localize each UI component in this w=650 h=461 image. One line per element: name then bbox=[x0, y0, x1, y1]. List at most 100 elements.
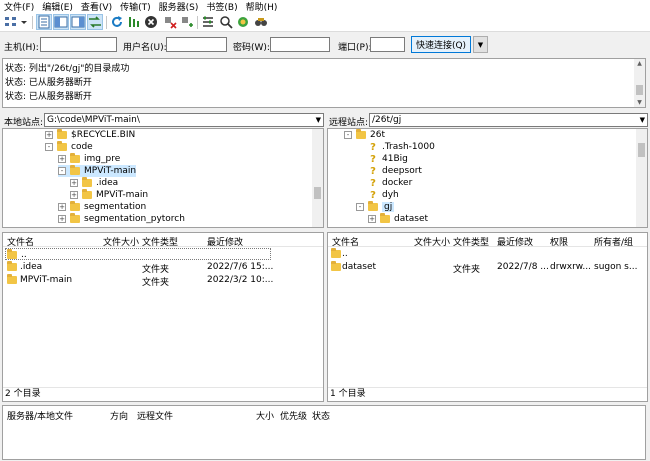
tree-item[interactable]: + img_pre bbox=[58, 153, 120, 165]
disconnect-icon[interactable] bbox=[162, 14, 178, 30]
scroll-thumb[interactable] bbox=[314, 187, 321, 199]
tree-item[interactable]: ? docker bbox=[368, 177, 412, 189]
tree-item[interactable]: + $RECYCLE.BIN bbox=[45, 129, 135, 141]
menu-transfer[interactable]: 传输(T) bbox=[120, 0, 151, 13]
local-directory-tree[interactable]: + $RECYCLE.BIN - code + img_pre - MPViT-main… bbox=[2, 128, 324, 228]
remote-site-label: 远程站点: bbox=[329, 118, 369, 128]
column-header-type[interactable]: 文件类型 bbox=[142, 235, 178, 248]
column-header-direction[interactable]: 方向 bbox=[110, 409, 128, 422]
scroll-up-icon[interactable]: ▲ bbox=[635, 59, 644, 68]
column-header-priority[interactable]: 优先级 bbox=[280, 409, 307, 422]
question-icon: ? bbox=[370, 165, 376, 177]
menu-server[interactable]: 服务器(S) bbox=[159, 0, 199, 13]
menu-bookmarks[interactable]: 书签(B) bbox=[206, 0, 237, 13]
site-manager-icon[interactable] bbox=[3, 14, 19, 30]
tree-item[interactable]: ? 41Big bbox=[368, 153, 408, 165]
menu-view[interactable]: 查看(V) bbox=[81, 0, 112, 13]
column-header-owner[interactable]: 所有者/组 bbox=[594, 235, 633, 248]
tree-item[interactable]: ? deepsort bbox=[368, 165, 422, 177]
process-queue-icon[interactable] bbox=[126, 14, 142, 30]
collapse-icon[interactable]: - bbox=[45, 143, 53, 151]
menu-help[interactable]: 帮助(H) bbox=[246, 0, 278, 13]
toggle-remote-tree-icon[interactable] bbox=[70, 14, 86, 30]
tree-item-selected[interactable]: - MPViT-main bbox=[58, 165, 137, 177]
table-row[interactable]: dataset 文件夹 2022/7/8 ... drwxrw... sugon… bbox=[328, 261, 647, 275]
tree-item[interactable]: + segmentation bbox=[58, 201, 146, 213]
column-header-modified[interactable]: 最近修改 bbox=[207, 235, 243, 248]
compare-icon[interactable] bbox=[218, 14, 234, 30]
remote-directory-tree[interactable]: -26t ? .Trash-1000 ? 41Big ? deepsort ? dock… bbox=[327, 128, 648, 228]
dropdown-icon[interactable] bbox=[19, 14, 29, 30]
column-header-filename[interactable]: 文件名 bbox=[332, 235, 359, 248]
column-header-status[interactable]: 状态 bbox=[312, 409, 330, 422]
column-header-server-local-file[interactable]: 服务器/本地文件 bbox=[7, 409, 73, 422]
remote-file-list[interactable]: 文件名 文件大小 文件类型 最近修改 权限 所有者/组 .. dataset 文… bbox=[327, 232, 648, 402]
toggle-local-tree-icon[interactable] bbox=[53, 14, 69, 30]
column-header-type[interactable]: 文件类型 bbox=[453, 235, 489, 248]
tree-item[interactable]: ? dyh bbox=[368, 189, 399, 201]
refresh-icon[interactable] bbox=[109, 14, 125, 30]
tree-item[interactable]: + dataset bbox=[368, 213, 428, 225]
reconnect-icon[interactable] bbox=[179, 14, 195, 30]
local-site-label: 本地站点: bbox=[4, 118, 44, 128]
scroll-thumb[interactable] bbox=[636, 85, 643, 95]
cancel-icon[interactable] bbox=[143, 14, 159, 30]
expand-icon[interactable]: + bbox=[45, 131, 53, 139]
tree-item[interactable]: ? .Trash-1000 bbox=[368, 141, 435, 153]
sync-browse-icon[interactable] bbox=[235, 14, 251, 30]
tree-item[interactable]: + segmentation_pytorch bbox=[58, 213, 185, 225]
message-log[interactable]: 状态: 列出"/26t/gj"的目录成功 状态: 已从服务器断开 状态: 已从服… bbox=[2, 58, 646, 108]
table-row[interactable]: .idea 文件夹 2022/7/6 15:... bbox=[3, 261, 323, 275]
quickconnect-button[interactable]: 快速连接(Q) bbox=[411, 36, 471, 53]
collapse-icon[interactable]: - bbox=[344, 131, 352, 139]
column-header-remote-file[interactable]: 远程文件 bbox=[137, 409, 173, 422]
expand-icon[interactable]: + bbox=[58, 155, 66, 163]
expand-icon[interactable]: + bbox=[70, 191, 78, 199]
column-header-permissions[interactable]: 权限 bbox=[550, 235, 568, 248]
remote-path-combo[interactable]: /26t/gj ▼ bbox=[369, 113, 648, 127]
search-icon[interactable] bbox=[253, 14, 269, 30]
quickconnect-dropdown[interactable]: ▼ bbox=[473, 36, 488, 53]
table-row[interactable]: .. bbox=[5, 248, 271, 260]
password-input[interactable] bbox=[270, 37, 330, 52]
tree-item[interactable]: + .idea bbox=[70, 177, 118, 189]
menu-edit[interactable]: 编辑(E) bbox=[42, 0, 73, 13]
expand-icon[interactable]: + bbox=[368, 215, 376, 223]
column-header-modified[interactable]: 最近修改 bbox=[497, 235, 533, 248]
transfer-queue[interactable]: 服务器/本地文件 方向 远程文件 大小 优先级 状态 bbox=[2, 405, 646, 460]
port-input[interactable] bbox=[370, 37, 405, 52]
toolbar-separator bbox=[106, 16, 107, 29]
column-header-size[interactable]: 文件大小 bbox=[103, 235, 139, 248]
menu-file[interactable]: 文件(F) bbox=[4, 0, 34, 13]
column-header-size[interactable]: 大小 bbox=[256, 409, 274, 422]
expand-icon[interactable]: + bbox=[70, 179, 78, 187]
tree-item[interactable]: - code bbox=[45, 141, 93, 153]
collapse-icon[interactable]: - bbox=[356, 203, 364, 211]
local-path-combo[interactable]: G:\code\MPViT-main\ ▼ bbox=[44, 113, 324, 127]
local-file-list[interactable]: 文件名 文件大小 文件类型 最近修改 .. .idea 文件夹 2022/7/6… bbox=[2, 232, 324, 402]
tree-item[interactable]: -26t bbox=[344, 129, 385, 141]
table-row[interactable]: .. bbox=[328, 248, 647, 260]
remote-tree-scrollbar[interactable] bbox=[636, 129, 647, 227]
question-icon: ? bbox=[370, 141, 376, 153]
table-row[interactable]: MPViT-main 文件夹 2022/3/2 10:... bbox=[3, 274, 323, 288]
column-header-size[interactable]: 文件大小 bbox=[414, 235, 450, 248]
tree-item-selected[interactable]: - gj bbox=[356, 201, 395, 213]
collapse-icon[interactable]: - bbox=[58, 167, 66, 175]
toolbar bbox=[0, 13, 650, 32]
toggle-log-icon[interactable] bbox=[36, 14, 52, 30]
scroll-down-icon[interactable]: ▼ bbox=[635, 98, 644, 107]
toolbar-separator bbox=[197, 16, 198, 29]
filter-icon[interactable] bbox=[200, 14, 216, 30]
tree-item[interactable]: + MPViT-main bbox=[70, 189, 148, 201]
column-header-filename[interactable]: 文件名 bbox=[7, 235, 34, 248]
host-input[interactable] bbox=[40, 37, 117, 52]
local-tree-scrollbar[interactable] bbox=[312, 129, 323, 227]
username-input[interactable] bbox=[166, 37, 227, 52]
question-icon: ? bbox=[370, 177, 376, 189]
expand-icon[interactable]: + bbox=[58, 215, 66, 223]
toggle-queue-icon[interactable] bbox=[87, 14, 103, 30]
expand-icon[interactable]: + bbox=[58, 203, 66, 211]
log-scrollbar[interactable]: ▲ ▼ bbox=[634, 59, 645, 107]
scroll-thumb[interactable] bbox=[638, 143, 645, 157]
